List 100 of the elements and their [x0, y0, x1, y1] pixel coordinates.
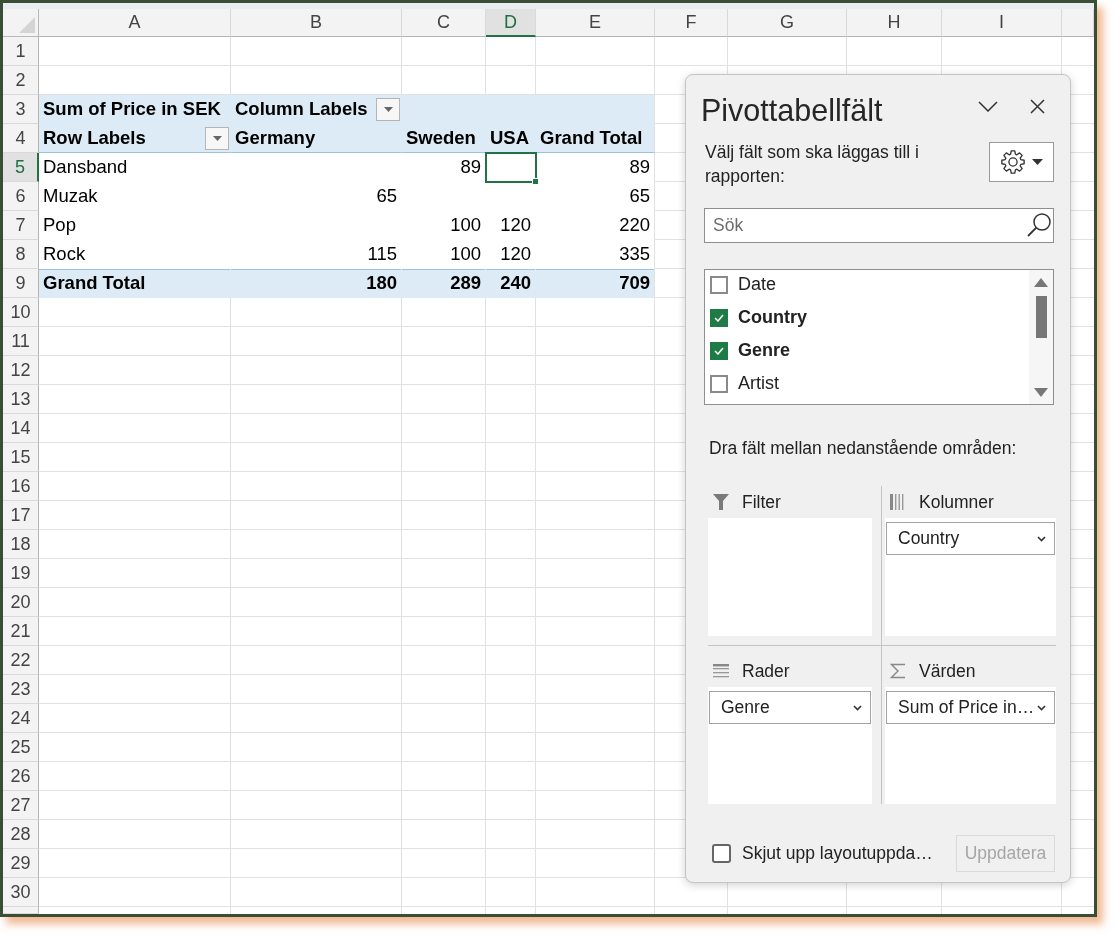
column-header[interactable]: B [231, 9, 402, 37]
checkbox[interactable] [710, 308, 728, 327]
row-header[interactable]: 25 [3, 733, 39, 762]
table-cell-text: 120 [499, 242, 532, 266]
row-header[interactable]: 5 [3, 153, 39, 182]
scrollbar-thumb[interactable] [1035, 296, 1047, 338]
column-header[interactable]: I [942, 9, 1062, 37]
row-header[interactable]: 15 [3, 443, 39, 472]
search-field[interactable]: Sök [704, 208, 1054, 243]
row-header[interactable]: 9 [3, 269, 39, 298]
table-cell: 89 [536, 153, 655, 182]
row-header[interactable]: 24 [3, 704, 39, 733]
scroll-up-icon[interactable] [1034, 278, 1048, 287]
row-header[interactable]: 6 [3, 182, 39, 211]
header-cell: Grand Total [536, 124, 655, 153]
table-cell-text: 89 [459, 155, 482, 179]
field-label[interactable]: Date [738, 274, 777, 295]
table-cell-text: 65 [375, 184, 398, 208]
check-icon [714, 313, 724, 322]
areas-hint: Dra fält mellan nedanstående områden: [709, 438, 1018, 459]
collapse-button[interactable] [978, 100, 998, 112]
row-header[interactable]: 8 [3, 240, 39, 269]
field-dropdown[interactable]: Genre [709, 691, 871, 724]
row-header[interactable]: 2 [3, 66, 39, 95]
header-cell: Germany [231, 124, 402, 153]
row-header[interactable]: 28 [3, 820, 39, 849]
row-header[interactable]: 12 [3, 356, 39, 385]
row-header[interactable]: 22 [3, 646, 39, 675]
scrollbar[interactable] [1029, 270, 1053, 404]
checkbox[interactable] [710, 374, 728, 393]
row-header[interactable]: 29 [3, 849, 39, 878]
table-cell-text: Pop [42, 213, 77, 237]
row-header[interactable]: 1 [3, 37, 39, 66]
column-header[interactable]: G [728, 9, 847, 37]
row-header[interactable]: 10 [3, 298, 39, 327]
drop-zone[interactable]: Country [885, 518, 1056, 636]
row-header[interactable]: 11 [3, 327, 39, 356]
row-header[interactable]: 27 [3, 791, 39, 820]
field-label[interactable]: Genre [738, 340, 791, 361]
total-cell: 180 [231, 269, 402, 298]
caret-icon [383, 106, 393, 112]
row-header[interactable]: 20 [3, 588, 39, 617]
area-title: Rader [742, 660, 790, 682]
row-header[interactable]: 23 [3, 675, 39, 704]
funnel-icon [713, 494, 729, 510]
table-cell-text: Muzak [42, 184, 99, 208]
close-icon [1030, 98, 1045, 114]
row-header[interactable]: 4 [3, 124, 39, 153]
row-header[interactable]: 18 [3, 530, 39, 559]
column-header[interactable]: A [39, 9, 231, 37]
caret-icon [212, 135, 222, 141]
filter-dropdown-button[interactable] [205, 126, 229, 150]
column-header[interactable]: D [486, 9, 536, 37]
drop-zone[interactable]: Genre [708, 687, 872, 804]
drop-zone[interactable]: Sum of Price in… [885, 687, 1056, 804]
row-header[interactable]: 26 [3, 762, 39, 791]
gear-icon [1000, 150, 1025, 174]
row-header[interactable]: 7 [3, 211, 39, 240]
checkbox[interactable] [710, 275, 728, 294]
defer-update-label[interactable]: Skjut upp layoutuppda… [742, 843, 933, 864]
row-header[interactable]: 17 [3, 501, 39, 530]
caret-icon [1031, 159, 1043, 165]
header-cell: Sweden [402, 124, 486, 153]
corner-triangle-icon [19, 17, 35, 33]
scroll-down-icon[interactable] [1034, 388, 1048, 397]
row-header[interactable]: 3 [3, 95, 39, 124]
row-header[interactable]: 21 [3, 617, 39, 646]
close-button[interactable] [1030, 98, 1045, 114]
column-header[interactable]: F [655, 9, 728, 37]
row-header[interactable]: 19 [3, 559, 39, 588]
chevron-down-icon [1037, 535, 1046, 542]
table-cell-text: Dansband [42, 155, 129, 179]
columns-icon [890, 494, 906, 510]
row-header[interactable]: 16 [3, 472, 39, 501]
chevron-down-icon [1037, 704, 1046, 711]
table-cell: 220 [536, 211, 655, 240]
header-cell: USA [486, 124, 536, 153]
column-header[interactable]: E [536, 9, 655, 37]
total-cell: 289 [402, 269, 486, 298]
column-header[interactable]: C [402, 9, 486, 37]
column-header[interactable]: H [847, 9, 942, 37]
fill-handle[interactable] [532, 178, 539, 185]
header-label: Column Labels [235, 98, 368, 120]
checkbox[interactable] [712, 844, 731, 863]
field-dropdown[interactable]: Country [886, 522, 1055, 555]
check-icon [714, 346, 724, 355]
field-label[interactable]: Country [738, 307, 807, 328]
row-header[interactable]: 14 [3, 414, 39, 443]
area-title: Kolumner [919, 491, 994, 513]
row-header[interactable]: 30 [3, 878, 39, 907]
total-cell: 240 [486, 269, 536, 298]
row-header[interactable]: 13 [3, 385, 39, 414]
area-title: Filter [742, 491, 781, 513]
filter-dropdown-button[interactable] [376, 97, 400, 121]
settings-button[interactable] [989, 142, 1054, 182]
instruction-text: Välj fält som ska läggas till i rapporten: [705, 141, 920, 188]
field-label[interactable]: Artist [738, 373, 779, 394]
field-dropdown[interactable]: Sum of Price in… [886, 691, 1055, 724]
checkbox[interactable] [710, 341, 728, 360]
table-cell-text: 120 [499, 213, 532, 237]
